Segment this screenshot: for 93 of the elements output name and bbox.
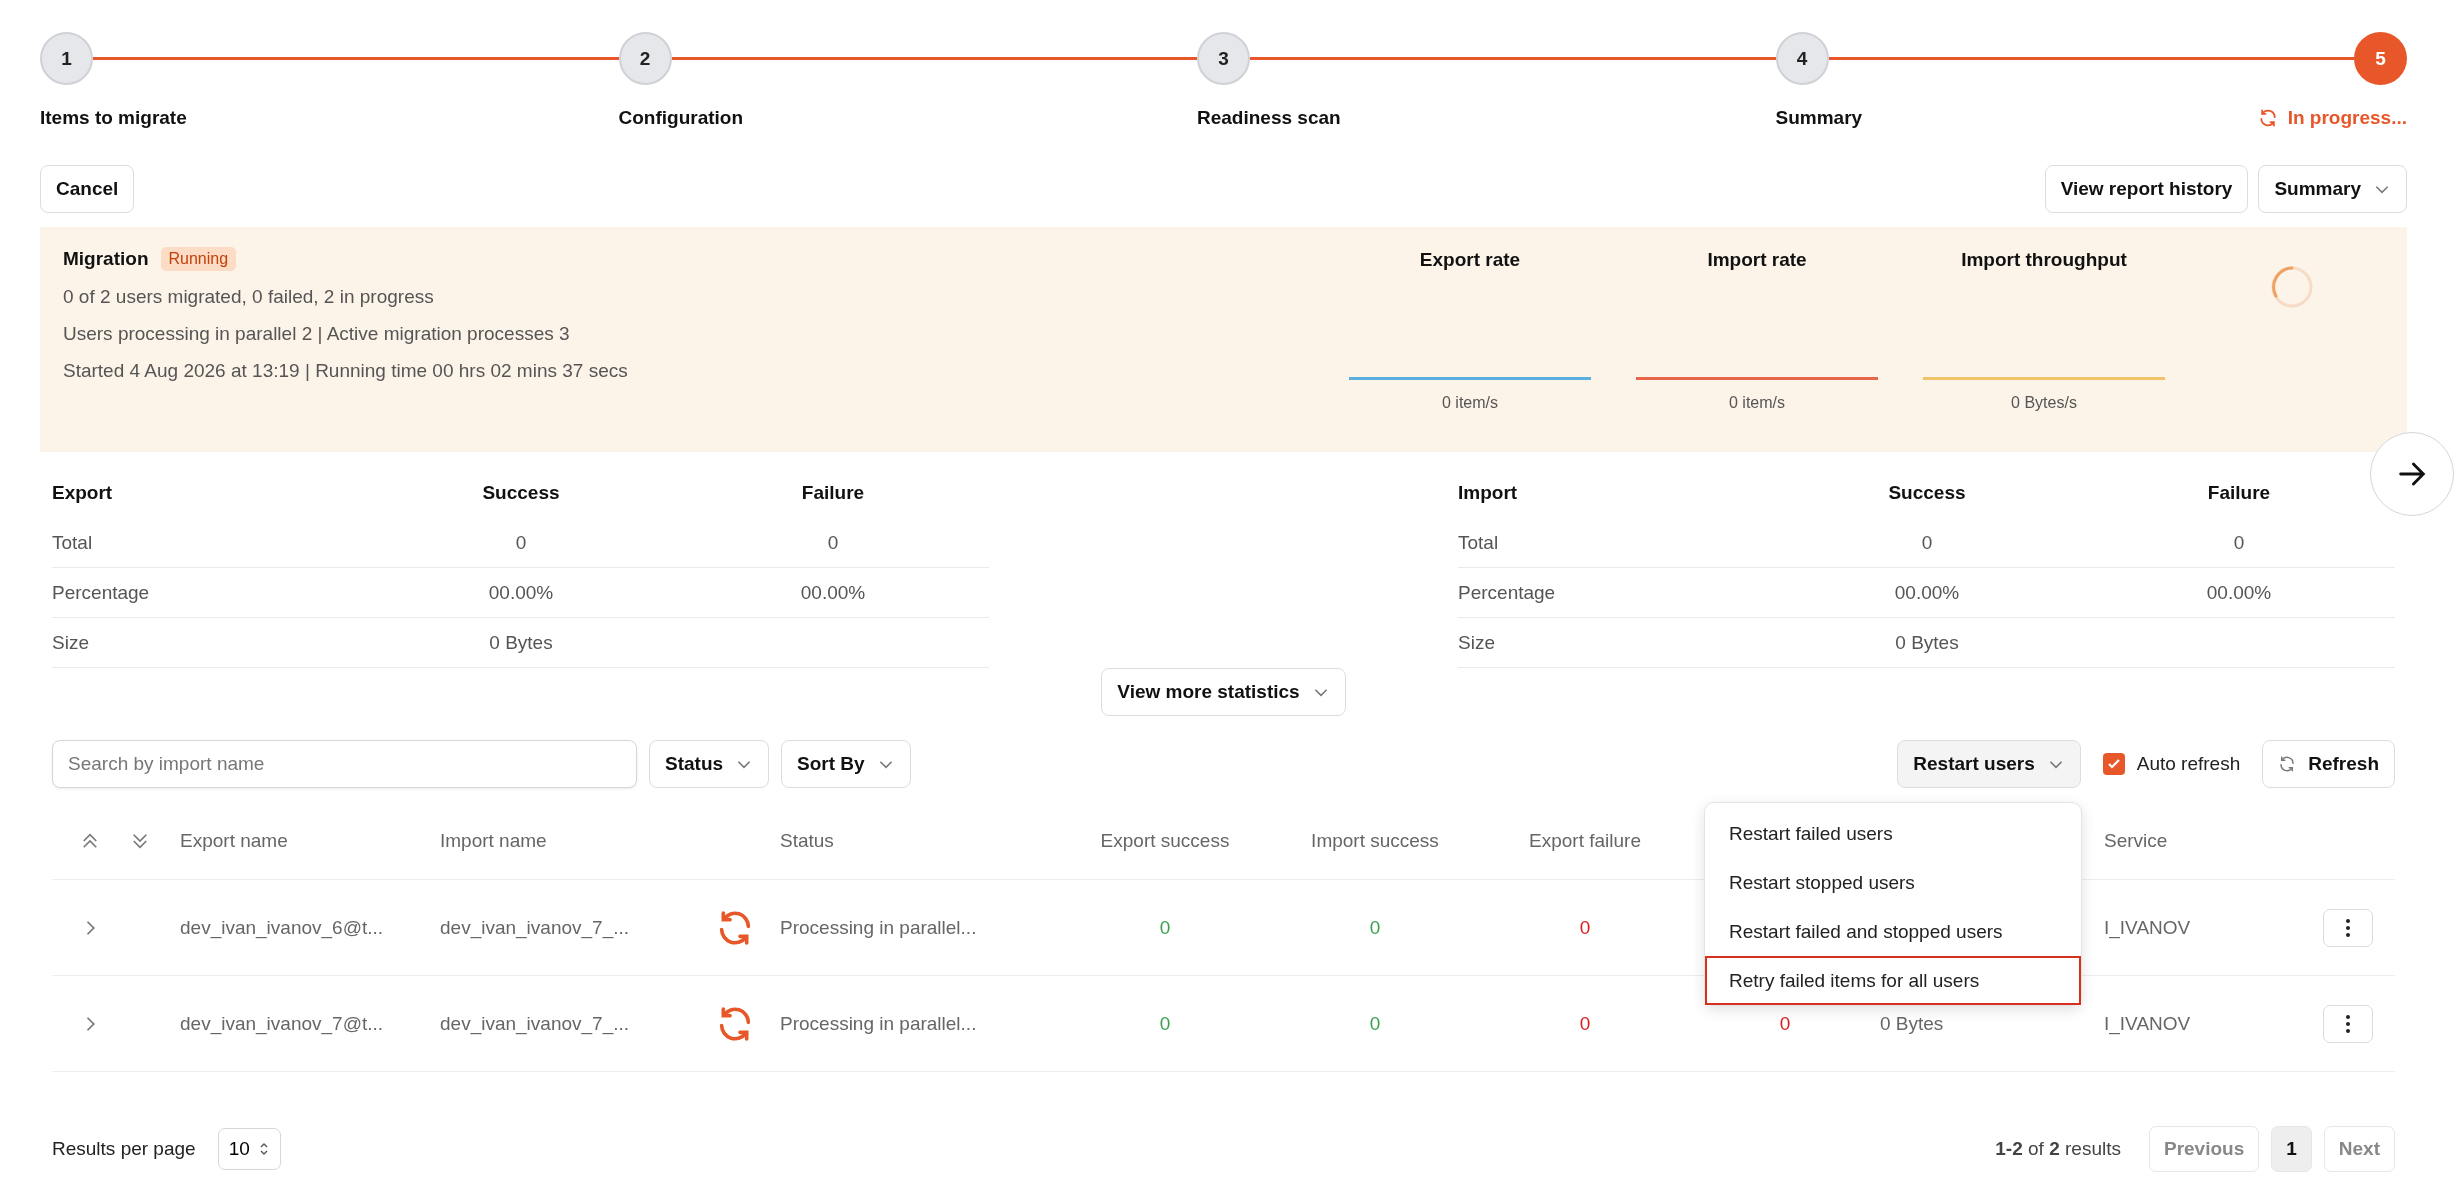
per-page-select[interactable]: 10 xyxy=(217,1128,281,1170)
kebab-icon xyxy=(2344,917,2351,938)
results-range: 1-2 of 2 results xyxy=(1995,1138,2121,1160)
step-label: Configuration xyxy=(618,107,744,129)
table-cell-text: dev_ivan_ivanov_7_... xyxy=(440,916,631,939)
cancel-button[interactable]: Cancel xyxy=(40,165,135,213)
table-cell-text: 0 xyxy=(1578,916,1592,939)
column-header: Import success xyxy=(1310,829,1440,852)
column-header: Export failure xyxy=(1528,829,1642,852)
stats-cell-text: 0 xyxy=(826,531,840,554)
table-cell-text: dev_ivan_ivanov_6@t... xyxy=(180,916,385,939)
rate-value: 0 Bytes/s xyxy=(2011,394,2077,412)
stats-header: Failure xyxy=(800,482,866,504)
page-button[interactable]: 1 xyxy=(2271,1126,2312,1172)
view-report-history-button[interactable]: View report history xyxy=(2044,165,2249,213)
kebab-icon xyxy=(2344,1013,2351,1034)
stats-cell-text: Size xyxy=(1458,631,1496,654)
rate-title: Import rate xyxy=(1707,249,1807,272)
summary-dropdown[interactable]: Summary xyxy=(2258,165,2407,213)
rate-value: 0 item/s xyxy=(1729,394,1785,412)
migration-info: Started 4 Aug 2026 at 13:19 | Running time 00 hrs 02 mins 37 secs xyxy=(63,360,629,382)
step-number: 4 xyxy=(1775,32,1829,85)
step-number: 5 xyxy=(2354,32,2407,85)
stats-cell-text: Total xyxy=(1458,531,1500,554)
refresh-icon xyxy=(2278,755,2297,773)
stats-cell-text: 00.00% xyxy=(799,581,867,604)
stats-cell-text: 0 xyxy=(2232,531,2246,554)
search-field[interactable]: Search by import name xyxy=(52,740,637,788)
stats-cell-text: Percentage xyxy=(52,581,151,604)
menu-item[interactable]: Restart failed users xyxy=(1705,809,2081,858)
step-label: Summary xyxy=(1775,107,1863,129)
stats-cell-text: Total xyxy=(52,531,94,554)
table-cell-text: dev_ivan_ivanov_7_... xyxy=(440,1012,631,1035)
table-cell-text: dev_ivan_ivanov_7@t... xyxy=(180,1012,385,1035)
next-button[interactable]: Next xyxy=(2323,1126,2395,1172)
table-cell-text: 0 xyxy=(1578,1012,1592,1035)
menu-item[interactable]: Restart failed and stopped users xyxy=(1705,907,2081,956)
rate-title: Import throughput xyxy=(1961,249,2127,272)
stats-header: Import xyxy=(1458,482,1519,504)
stats-cell-text: 0 Bytes xyxy=(1894,631,1960,654)
stats-header: Failure xyxy=(2206,482,2272,504)
rate-value: 0 item/s xyxy=(1442,394,1498,412)
column-header: Status xyxy=(780,829,835,852)
stats-cell-text: Percentage xyxy=(1458,581,1557,604)
view-more-statistics-button[interactable]: View more statistics xyxy=(1101,668,1346,716)
table-cell-text: 0 xyxy=(1158,1012,1172,1035)
filter-dropdown[interactable]: Status xyxy=(649,740,770,788)
more-options-button[interactable] xyxy=(2322,908,2373,947)
step-label: Readiness scan xyxy=(1197,107,1341,129)
table-cell-text: Processing in parallel... xyxy=(780,1012,978,1035)
stats-header: Success xyxy=(481,482,561,504)
stats-header: Export xyxy=(52,482,114,504)
column-header: Import name xyxy=(440,829,548,852)
auto-refresh-checkbox[interactable] xyxy=(2102,753,2125,775)
results-per-page-label: Results per page xyxy=(52,1138,196,1160)
table-cell-text: 0 xyxy=(1368,1012,1382,1035)
step-label: In progress... xyxy=(2287,107,2407,129)
table-cell-text: I_IVANOV xyxy=(2103,916,2192,939)
previous-button[interactable]: Previous xyxy=(2148,1126,2260,1172)
step-number: 2 xyxy=(618,32,672,85)
migration-info: Users processing in parallel 2 | Active migration processes 3 xyxy=(63,323,571,345)
step-label: Items to migrate xyxy=(40,107,187,129)
refresh-button[interactable]: Refresh xyxy=(2262,740,2395,788)
table-cell-text: 0 xyxy=(1368,916,1382,939)
filter-dropdown[interactable]: Sort By xyxy=(781,740,911,788)
table-cell-text: Processing in parallel... xyxy=(780,916,978,939)
status-badge: Running xyxy=(160,247,237,271)
loading-spinner xyxy=(2270,265,2314,309)
stats-cell-text: Size xyxy=(52,631,90,654)
stats-cell-text: 0 xyxy=(1920,531,1934,554)
stats-cell-text: 0 Bytes xyxy=(488,631,554,654)
migration-info: 0 of 2 users migrated, 0 failed, 2 in progress xyxy=(63,286,435,308)
rate-title: Export rate xyxy=(1419,249,1521,272)
menu-item[interactable]: Restart stopped users xyxy=(1705,858,2081,907)
stats-cell-text: 00.00% xyxy=(1893,581,1961,604)
step-number: 3 xyxy=(1197,32,1250,85)
restart-users-dropdown[interactable]: Restart users xyxy=(1897,740,2081,788)
stats-cell-text: 00.00% xyxy=(2205,581,2273,604)
table-cell-text: I_IVANOV xyxy=(2103,1012,2192,1035)
stats-cell-text: 0 xyxy=(514,531,528,554)
stats-header: Success xyxy=(1887,482,1967,504)
table-cell-text: 0 xyxy=(1158,916,1172,939)
step-number: 1 xyxy=(40,32,93,85)
table-cell-text: 0 Bytes xyxy=(1880,1012,1945,1035)
migration-title: Migration xyxy=(63,248,149,270)
column-header: Export name xyxy=(180,829,289,852)
stats-cell-text: 00.00% xyxy=(487,581,555,604)
column-header: Service xyxy=(2103,829,2169,852)
more-options-button[interactable] xyxy=(2322,1004,2373,1043)
menu-item[interactable]: Retry failed items for all users xyxy=(1705,956,2081,1005)
auto-refresh-label: Auto refresh xyxy=(2136,753,2241,775)
table-cell-text: 0 xyxy=(1778,1012,1792,1035)
column-header: Export success xyxy=(1099,829,1231,852)
